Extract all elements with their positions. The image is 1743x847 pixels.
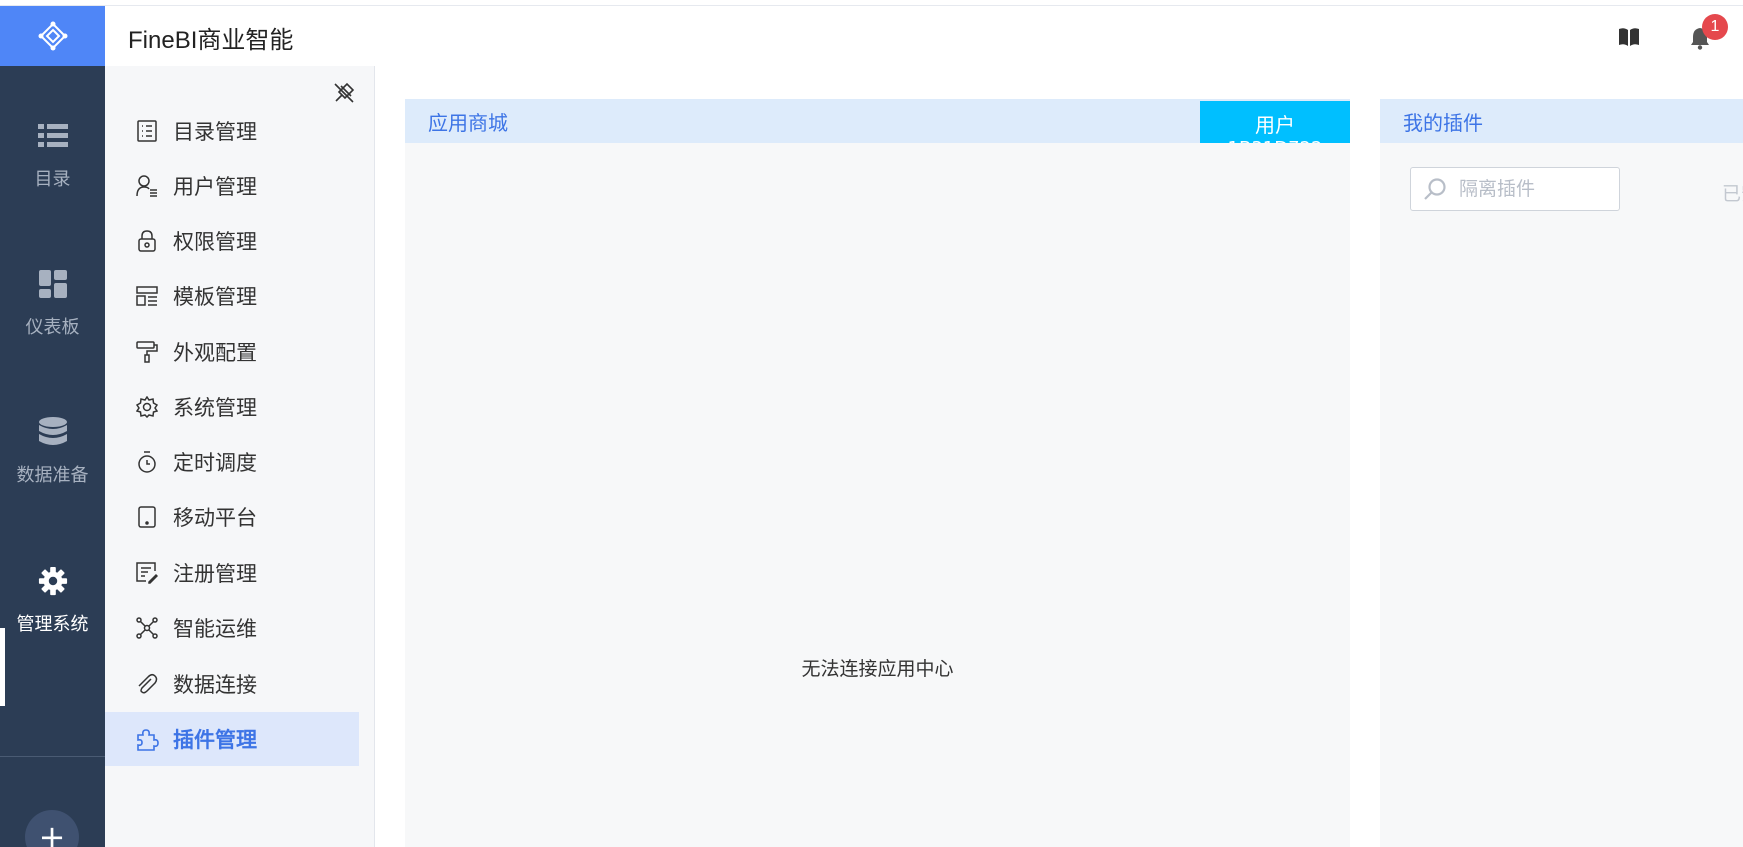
menu-item-label: 智能运维 — [173, 617, 257, 641]
app-store-panel: 应用商城 用户 1B31D722 无法连接应用中心 — [405, 99, 1350, 847]
settings-icon — [135, 395, 159, 419]
rail-item-data-prep[interactable]: 数据准备 — [0, 392, 105, 512]
menu-item-users[interactable]: 用户管理 — [105, 159, 359, 213]
paperclip-icon — [135, 672, 159, 696]
app-title: FineBI商业智能 — [128, 27, 294, 54]
timer-icon — [135, 450, 159, 474]
menu-item-plugins[interactable]: 插件管理 — [105, 712, 359, 766]
notification-badge[interactable]: 1 — [1702, 14, 1728, 40]
menu-item-label: 移动平台 — [173, 506, 257, 530]
paint-roller-icon — [135, 340, 159, 364]
unpin-icon[interactable] — [333, 82, 355, 104]
menu-item-appearance[interactable]: 外观配置 — [105, 325, 359, 379]
menu-item-label: 模板管理 — [173, 285, 257, 309]
my-plugins-title: 我的插件 — [1380, 99, 1743, 143]
user-button[interactable]: 用户 1B31D722 — [1200, 101, 1350, 143]
menu-item-registration[interactable]: 注册管理 — [105, 546, 359, 600]
rail-divider — [0, 756, 105, 757]
menu-item-label: 数据连接 — [173, 673, 257, 697]
connection-error-message: 无法连接应用中心 — [801, 658, 954, 680]
main-nav-rail: 目录 仪表板 数据准备 管理系统 + — [0, 6, 105, 847]
user-id: 1B31D722 — [1200, 138, 1350, 143]
menu-item-label: 用户管理 — [173, 175, 257, 199]
installed-filter[interactable]: 已安装 — [1722, 179, 1743, 206]
menu-item-label: 插件管理 — [173, 728, 257, 752]
menu-item-system[interactable]: 系统管理 — [105, 380, 359, 434]
list-icon — [37, 121, 68, 151]
main-content: 应用商城 用户 1B31D722 无法连接应用中心 我的插件 已安装 — [375, 66, 1743, 847]
rail-item-label: 目录 — [34, 169, 71, 190]
rail-item-label: 仪表板 — [25, 317, 80, 338]
my-plugins-panel: 我的插件 已安装 — [1380, 99, 1743, 847]
menu-item-label: 目录管理 — [173, 120, 257, 144]
template-icon — [135, 284, 159, 308]
active-indicator — [0, 628, 5, 706]
register-icon — [135, 561, 159, 585]
book-icon[interactable] — [1617, 26, 1641, 48]
menu-item-label: 注册管理 — [173, 562, 257, 586]
tablet-icon — [135, 505, 159, 529]
directory-icon — [135, 119, 159, 143]
menu-item-data-connection[interactable]: 数据连接 — [105, 657, 359, 711]
menu-item-permissions[interactable]: 权限管理 — [105, 214, 359, 268]
admin-submenu: 目录管理 用户管理 权限管理 模板管理 外观配置 系统管理 定时调度 移动平台 … — [105, 66, 375, 847]
menu-item-schedule[interactable]: 定时调度 — [105, 435, 359, 489]
plugin-search[interactable] — [1410, 167, 1620, 211]
database-icon — [38, 417, 68, 447]
menu-item-label: 定时调度 — [173, 451, 257, 475]
top-header: FineBI商业智能 1 — [105, 6, 1743, 66]
search-icon — [1423, 177, 1447, 201]
network-icon — [135, 616, 159, 640]
rail-item-catalog[interactable]: 目录 — [0, 96, 105, 216]
menu-item-label: 系统管理 — [173, 396, 257, 420]
logo-icon — [38, 21, 67, 51]
menu-item-label: 外观配置 — [173, 341, 257, 365]
user-button-label: 用户 — [1255, 113, 1295, 137]
search-input[interactable] — [1459, 178, 1609, 200]
puzzle-icon — [135, 727, 159, 751]
add-button[interactable]: + — [25, 810, 79, 847]
rail-item-label: 数据准备 — [16, 465, 89, 486]
menu-item-label: 权限管理 — [173, 230, 257, 254]
lock-icon — [135, 229, 159, 253]
rail-item-label: 管理系统 — [16, 614, 89, 635]
user-icon — [135, 174, 159, 198]
menu-item-templates[interactable]: 模板管理 — [105, 269, 359, 323]
finebi-logo[interactable] — [0, 6, 105, 66]
rail-item-admin[interactable]: 管理系统 — [0, 541, 105, 661]
menu-item-ops[interactable]: 智能运维 — [105, 601, 359, 655]
gear-icon — [38, 566, 68, 596]
menu-item-mobile[interactable]: 移动平台 — [105, 490, 359, 544]
rail-item-dashboard[interactable]: 仪表板 — [0, 244, 105, 364]
menu-item-directory[interactable]: 目录管理 — [105, 104, 359, 158]
dashboard-icon — [38, 269, 68, 299]
